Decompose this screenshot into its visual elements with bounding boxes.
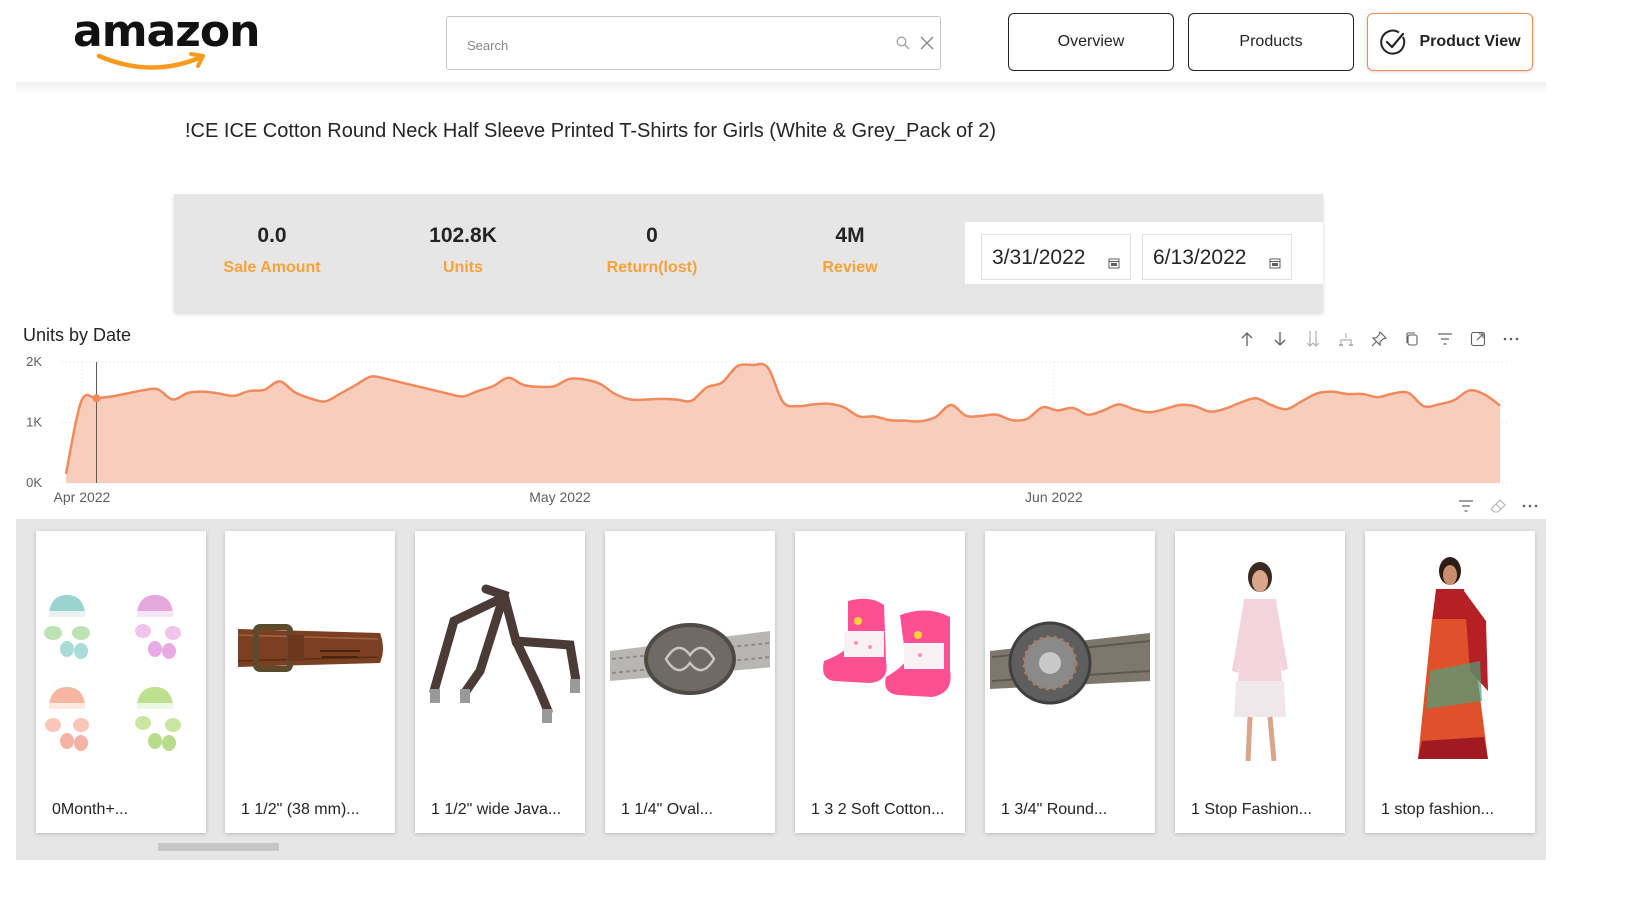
product-card-name: 1 1/4" Oval... [621,801,713,818]
focus-mode-icon[interactable] [1467,328,1489,350]
kpi-label: Return(lost) [606,259,698,276]
kpi-review: 4M Review [760,224,940,277]
end-date-input[interactable]: 6/13/2022 [1142,234,1292,280]
baby-mittens-set-icon [44,595,181,751]
product-card[interactable]: 1 3 2 Soft Cotton... [795,531,965,833]
kpi-return: 0 Return(lost) [562,224,742,277]
product-card[interactable]: 1 3/4" Round... [985,531,1155,833]
kpi-sale-amount: 0.0 Sale Amount [182,224,362,277]
start-date-value: 3/31/2022 [992,246,1086,269]
date-range-slicer: 3/31/2022 6/13/2022 [965,222,1323,284]
header-divider [16,82,1546,96]
eraser-icon[interactable] [1488,496,1508,516]
units-by-date-chart: 2K 1K 0K Apr 2022 May 2022 Jun 2022 [26,354,1510,505]
kpi-value: 0 [646,224,658,247]
amazon-logo: amazon [73,6,263,76]
products-button[interactable]: Products [1188,13,1354,71]
product-card-name: 1 3/4" Round... [1001,801,1108,818]
start-date-input[interactable]: 3/31/2022 [981,234,1131,280]
overview-button-label: Overview [1057,33,1125,50]
filter-icon[interactable] [1434,328,1456,350]
kpi-label: Review [822,259,878,276]
gallery-scrollbar[interactable] [158,843,279,851]
hover-point[interactable] [92,394,101,403]
calendar-icon[interactable] [1108,251,1120,275]
more-options-icon[interactable] [1500,328,1522,350]
baby-socks-icon [823,598,951,697]
kpi-value: 102.8K [429,224,497,247]
leather-belt-icon [237,624,383,672]
product-title: !CE ICE Cotton Round Neck Half Sleeve Pr… [185,120,997,142]
gallery-toolbar [1456,496,1540,516]
product-card[interactable]: 1 1/4" Oval... [605,531,775,833]
filter-icon[interactable] [1456,496,1476,516]
copy-icon[interactable] [1401,328,1423,350]
product-view-button-label: Product View [1419,33,1521,50]
drill-down-icon[interactable] [1269,328,1291,350]
y-tick-label: 0K [26,475,42,490]
product-card-name: 1 1/2" (38 mm)... [241,801,360,818]
kpi-units: 102.8K Units [373,224,553,277]
product-gallery: 0Month+... 1 1/2" (38 mm)... 1 1/2" wide… [16,519,1546,860]
logo-wordmark: amazon [73,6,260,57]
product-card-name: 1 stop fashion... [1381,801,1494,818]
kpi-value: 4M [835,224,865,247]
product-card[interactable]: 1 stop fashion... [1365,531,1535,833]
search-icon[interactable] [896,36,910,55]
kpi-label: Units [443,259,483,276]
product-card-name: 1 3 2 Soft Cotton... [811,801,945,818]
y-tick-label: 2K [26,354,42,369]
product-card-name: 0Month+... [52,801,129,818]
suspenders-icon [429,584,580,723]
drill-up-icon[interactable] [1236,328,1258,350]
check-circle-icon [1380,29,1406,55]
product-card[interactable]: 1 1/2" (38 mm)... [225,531,395,833]
round-buckle-belt-icon [990,621,1150,705]
kpi-panel: 0.0 Sale Amount 102.8K Units 0 Return(lo… [174,194,1323,312]
x-tick-label: Apr 2022 [54,489,111,505]
pin-icon[interactable] [1368,328,1390,350]
kpi-label: Sale Amount [223,259,321,276]
x-tick-label: May 2022 [529,489,591,505]
expand-all-down-icon[interactable] [1302,328,1324,350]
oval-buckle-belt-icon [610,623,770,695]
product-card[interactable]: 1 1/2" wide Java... [415,531,585,833]
saree-icon [1418,557,1488,759]
search-input[interactable] [465,33,869,57]
chart-title: Units by Date [23,325,132,345]
more-options-icon[interactable] [1520,496,1540,516]
product-card[interactable]: 1 Stop Fashion... [1175,531,1345,833]
kpi-value: 0.0 [257,224,287,247]
chart-toolbar [1236,328,1522,350]
y-tick-label: 1K [26,415,42,430]
x-tick-label: Jun 2022 [1025,489,1083,505]
overview-button[interactable]: Overview [1008,13,1174,71]
hierarchy-icon[interactable] [1335,328,1357,350]
product-card[interactable]: 0Month+... [36,531,206,833]
calendar-icon[interactable] [1269,251,1281,275]
search-box[interactable] [446,16,941,70]
end-date-value: 6/13/2022 [1153,246,1247,269]
product-card-name: 1 Stop Fashion... [1191,801,1312,818]
logo-smile-icon [96,52,205,70]
clear-icon[interactable] [920,36,934,55]
woman-dress-icon [1232,562,1288,762]
products-button-label: Products [1239,33,1303,50]
product-view-button[interactable]: Product View [1367,13,1533,71]
product-card-name: 1 1/2" wide Java... [431,801,562,818]
